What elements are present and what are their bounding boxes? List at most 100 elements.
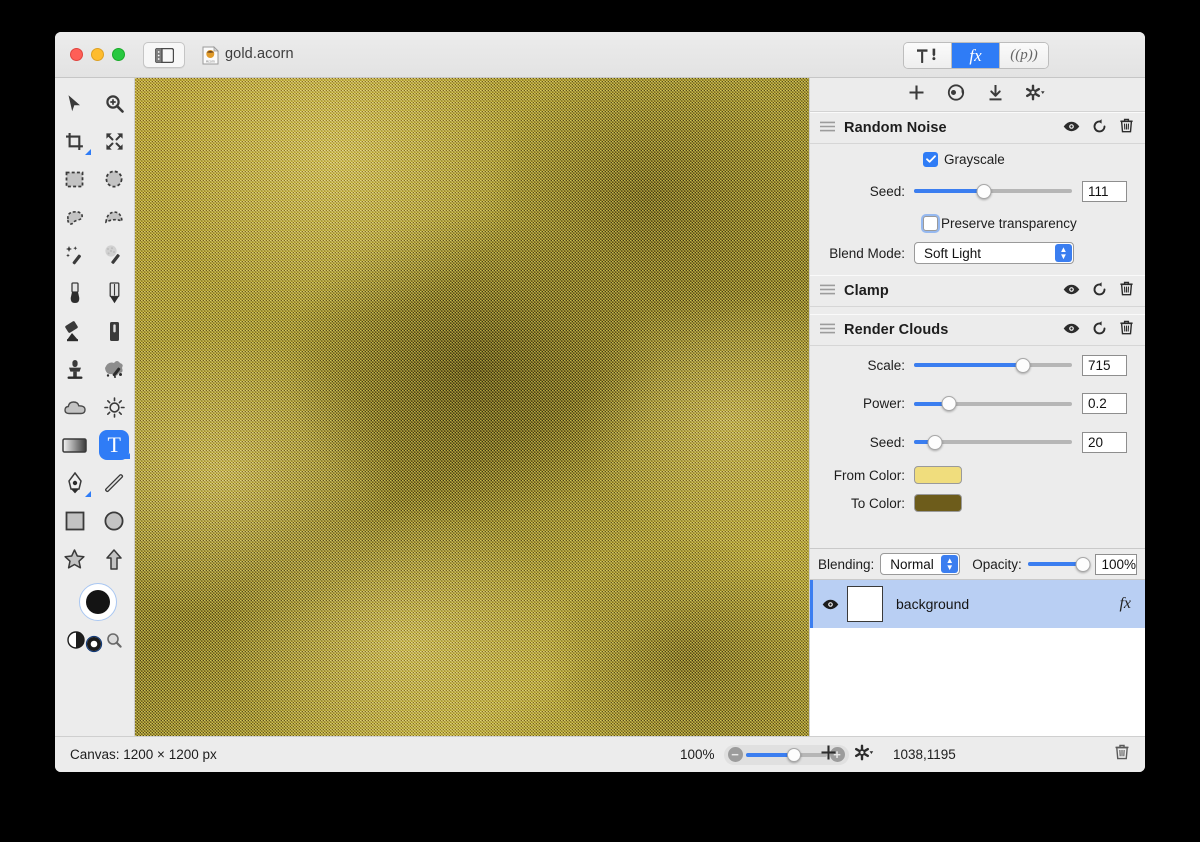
preserve-transparency-row[interactable]: Preserve transparency: [923, 209, 1077, 237]
clouds-seed-value[interactable]: 20: [1082, 431, 1127, 453]
cloud-tool[interactable]: [55, 388, 95, 426]
document-title: gold.acorn: [225, 46, 294, 62]
ellipse-shape-tool[interactable]: [95, 502, 135, 540]
minimize-button[interactable]: [91, 48, 104, 61]
zoom-percent-label: 100%: [680, 747, 715, 762]
text-tool[interactable]: T: [95, 426, 135, 464]
layer-options-gear-dropdown-icon[interactable]: [854, 744, 876, 766]
filter-header-random-noise[interactable]: Random Noise: [810, 112, 1145, 144]
layer-visibility-eye-icon[interactable]: [813, 599, 847, 610]
eye-icon[interactable]: [1063, 119, 1080, 137]
clone-stamp-tool[interactable]: [55, 350, 95, 388]
star-shape-tool[interactable]: [55, 540, 95, 578]
brush-tool[interactable]: [55, 274, 95, 312]
clouds-scale-value[interactable]: 715: [1082, 354, 1127, 376]
paint-bucket-tool[interactable]: [55, 312, 95, 350]
trash-icon[interactable]: [1120, 320, 1133, 340]
layer-row-background[interactable]: background fx: [810, 580, 1145, 628]
tab-presets[interactable]: ((p)): [1000, 43, 1048, 68]
bezier-pen-tool[interactable]: [55, 464, 95, 502]
grayscale-checkbox-row[interactable]: Grayscale: [923, 145, 1005, 173]
tool-submenu-indicator[interactable]: [84, 491, 91, 497]
tab-filters[interactable]: fx: [952, 43, 1000, 68]
clouds-power-value[interactable]: 0.2: [1082, 393, 1127, 414]
grayscale-checkbox[interactable]: [923, 151, 938, 167]
close-button[interactable]: [70, 48, 83, 61]
image-canvas[interactable]: [135, 78, 809, 736]
chevron-updown-icon[interactable]: ▲ ▼: [941, 555, 959, 573]
filter-control-preserve-transparency: Preserve transparency: [810, 208, 1145, 238]
filter-control-clouds-scale: Scale: 715: [810, 346, 1145, 384]
opacity-slider[interactable]: [1027, 555, 1091, 573]
filter-control-grayscale: Grayscale: [810, 144, 1145, 174]
plus-icon[interactable]: [908, 84, 925, 106]
zoom-out-button[interactable]: −: [727, 747, 743, 762]
palette-icon[interactable]: [947, 83, 966, 106]
eraser-tool[interactable]: [95, 312, 135, 350]
noise-seed-value[interactable]: 111: [1082, 180, 1127, 202]
noise-seed-slider[interactable]: [914, 182, 1072, 200]
move-tool[interactable]: [55, 84, 95, 122]
to-color-swatch[interactable]: [914, 494, 962, 512]
zoom-button[interactable]: [112, 48, 125, 61]
layers-list[interactable]: background fx: [810, 580, 1145, 736]
reset-icon[interactable]: [1093, 281, 1107, 301]
layer-fx-badge[interactable]: fx: [1119, 595, 1131, 613]
elliptical-select-tool[interactable]: [95, 160, 135, 198]
lasso-tool[interactable]: [55, 198, 95, 236]
layer-name[interactable]: background: [883, 596, 1119, 612]
magic-wand-tool[interactable]: [55, 236, 95, 274]
reset-icon[interactable]: [1093, 118, 1107, 138]
canvas-area[interactable]: [135, 78, 809, 736]
tool-row: [55, 198, 134, 236]
download-arrow-icon[interactable]: [988, 84, 1003, 106]
eye-icon[interactable]: [1063, 321, 1080, 339]
line-tool[interactable]: [95, 464, 135, 502]
filter-header-render-clouds[interactable]: Render Clouds: [810, 314, 1145, 346]
clouds-scale-slider[interactable]: [914, 356, 1072, 374]
delete-layer-button[interactable]: [1115, 744, 1129, 765]
chevron-updown-icon[interactable]: ▲ ▼: [1055, 244, 1072, 262]
filter-header-clamp[interactable]: Clamp: [810, 275, 1145, 307]
opacity-value[interactable]: 100%: [1095, 553, 1137, 575]
preserve-transparency-checkbox[interactable]: [923, 215, 938, 231]
eye-icon[interactable]: [1063, 282, 1080, 300]
pencil-tool[interactable]: [95, 274, 135, 312]
tool-row: [55, 540, 134, 578]
main-body: T Random Noise Grayscale Seed: 111 Prese…: [55, 78, 1145, 736]
trash-icon[interactable]: [1120, 118, 1133, 138]
clouds-power-slider[interactable]: [914, 395, 1072, 413]
smudge-tool[interactable]: [95, 350, 135, 388]
sidebar-toggle-icon[interactable]: [143, 42, 185, 68]
layer-thumbnail[interactable]: [847, 586, 883, 622]
crop-tool[interactable]: [55, 122, 95, 160]
clouds-scale-label: Scale:: [867, 357, 905, 373]
filter-stack[interactable]: Random Noise Grayscale Seed: 111 Preserv…: [810, 112, 1145, 548]
rectangle-shape-tool[interactable]: [55, 502, 95, 540]
gear-dropdown-icon[interactable]: [1025, 84, 1047, 106]
foreground-color-well[interactable]: [79, 583, 117, 621]
drag-handle-icon[interactable]: [820, 282, 835, 300]
polygon-lasso-tool[interactable]: [95, 198, 135, 236]
drag-handle-icon[interactable]: [820, 119, 835, 137]
arrow-shape-tool[interactable]: [95, 540, 135, 578]
drag-handle-icon[interactable]: [820, 321, 835, 339]
instant-alpha-tool[interactable]: [95, 236, 135, 274]
dodge-burn-tool[interactable]: [95, 388, 135, 426]
clouds-seed-slider[interactable]: [914, 433, 1072, 451]
tool-submenu-indicator[interactable]: [124, 453, 130, 459]
reset-icon[interactable]: [1093, 320, 1107, 340]
rectangular-select-tool[interactable]: [55, 160, 95, 198]
filter-control-noise-seed: Seed: 111: [810, 174, 1145, 208]
tab-tools[interactable]: [904, 43, 952, 68]
inspector-mode-segmented-control[interactable]: fx ((p)): [903, 42, 1049, 69]
add-layer-button[interactable]: [820, 744, 837, 766]
trash-icon[interactable]: [1120, 281, 1133, 301]
blending-mode-popup[interactable]: Normal ▲ ▼: [880, 553, 961, 575]
tool-submenu-indicator[interactable]: [84, 149, 91, 155]
transform-tool[interactable]: [95, 122, 135, 160]
zoom-tool[interactable]: [95, 84, 135, 122]
gradient-tool[interactable]: [55, 426, 95, 464]
blend-mode-popup[interactable]: Soft Light ▲ ▼: [914, 242, 1074, 264]
from-color-swatch[interactable]: [914, 466, 962, 484]
